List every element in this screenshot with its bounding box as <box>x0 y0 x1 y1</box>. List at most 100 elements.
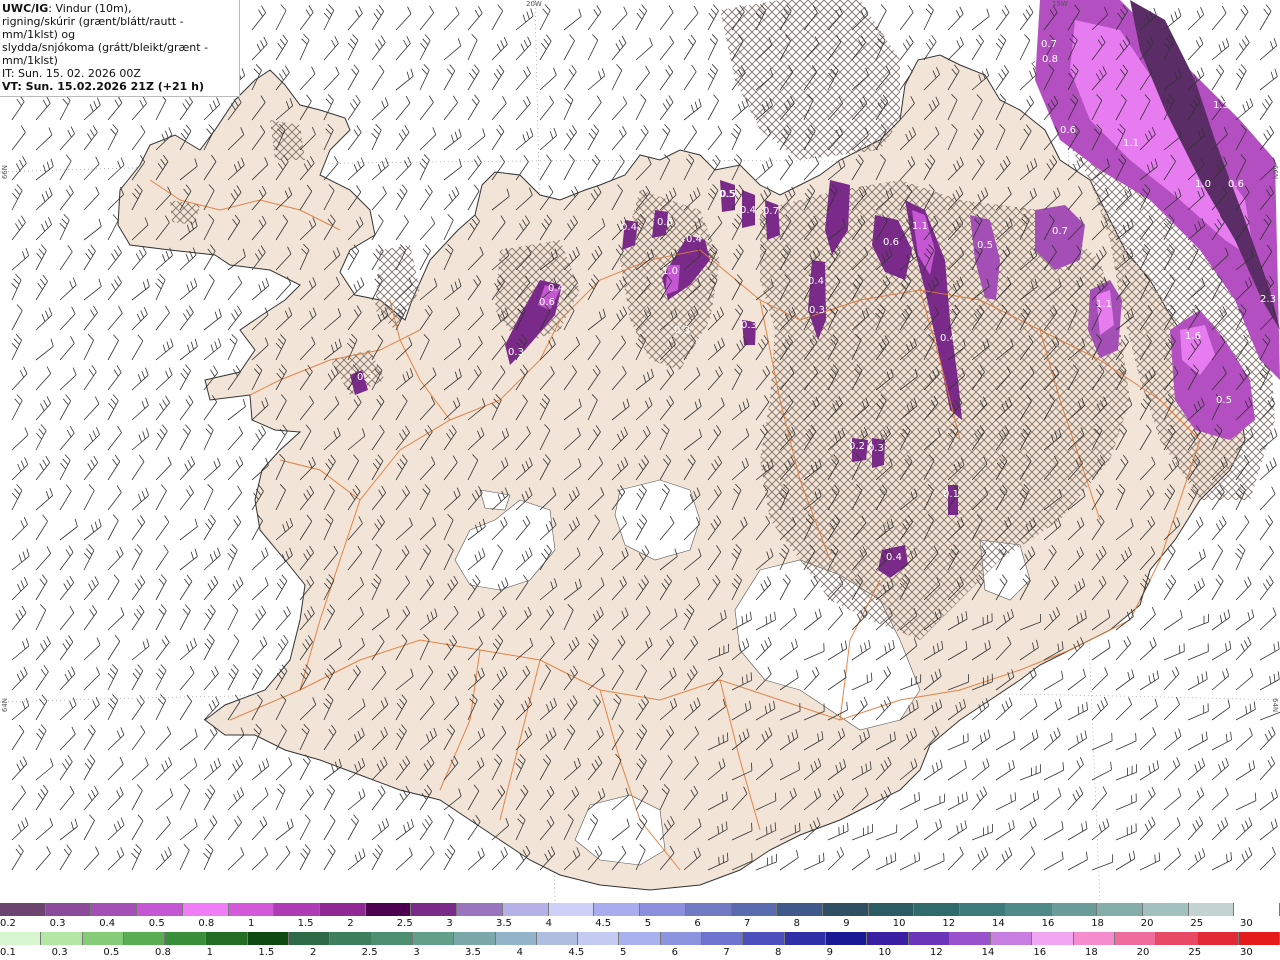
wind-barb <box>107 727 125 751</box>
wind-barb <box>11 273 22 301</box>
wind-barb <box>1019 698 1038 721</box>
wind-barb <box>1259 818 1278 841</box>
wind-barb <box>299 785 314 811</box>
colorbar-label: 2.5 <box>361 947 378 958</box>
colorbar-swatch <box>991 932 1033 945</box>
wind-barb <box>11 394 23 421</box>
colorbar-label: 16 <box>1033 947 1047 958</box>
wind-barb <box>371 97 389 121</box>
wind-barb <box>491 846 508 871</box>
wind-barb <box>1067 820 1088 841</box>
wind-barb <box>1235 727 1253 751</box>
wind-barb <box>779 849 799 871</box>
wind-barb <box>251 36 268 61</box>
wind-barb <box>1139 760 1159 781</box>
wind-barb <box>203 843 214 871</box>
wind-barb <box>11 548 30 571</box>
wind-barb <box>179 278 198 301</box>
wind-barb <box>155 816 171 841</box>
wind-barb <box>83 518 102 541</box>
wind-barb <box>779 155 794 181</box>
wind-barb <box>1211 38 1230 61</box>
wind-barb <box>35 274 48 301</box>
wind-barb <box>107 334 119 361</box>
wind-barb <box>347 6 363 31</box>
wind-barb <box>1043 762 1065 781</box>
wind-barb <box>275 634 289 661</box>
lon-label-20w: 20W <box>526 0 542 8</box>
wind-barb <box>1163 757 1181 781</box>
wind-barb <box>707 64 718 91</box>
wind-barb <box>635 94 647 121</box>
wind-barb <box>443 64 456 91</box>
wind-barb <box>467 34 478 61</box>
wind-barb <box>1259 671 1280 691</box>
wind-barb <box>179 844 190 871</box>
wind-barb <box>1115 823 1137 841</box>
wind-barb <box>395 95 411 121</box>
wind-barb <box>659 124 671 151</box>
precip-value-label: 1.1 <box>1123 138 1139 149</box>
wind-barb <box>1259 515 1274 541</box>
wind-barb <box>83 724 96 751</box>
colorbar-label: 18 <box>1091 918 1104 929</box>
wind-barb <box>179 485 194 511</box>
wind-barb <box>83 544 95 571</box>
colorbar-swatch <box>702 932 744 945</box>
lat-label-64n-left: 64N <box>1 698 9 713</box>
wind-barb <box>323 36 339 61</box>
wind-barb <box>131 515 146 541</box>
wind-barb <box>1187 671 1208 691</box>
wind-barb <box>59 844 72 871</box>
wind-barb <box>35 366 52 391</box>
wind-barb <box>827 847 845 871</box>
colorbar-swatch <box>502 903 549 916</box>
wind-barb <box>227 485 243 511</box>
wind-barb <box>659 5 674 31</box>
wind-barb <box>203 757 221 781</box>
wind-barb <box>539 4 551 31</box>
wind-barb <box>923 852 945 871</box>
colorbar-swatch <box>411 903 458 916</box>
wind-barb <box>1019 817 1037 841</box>
wind-barb <box>35 396 51 421</box>
wind-barb <box>131 96 147 121</box>
wind-barb <box>35 487 53 511</box>
wind-barb <box>467 847 485 871</box>
colorbar-swatch <box>45 903 92 916</box>
wind-barb <box>1235 760 1255 781</box>
wind-barb <box>1163 609 1183 631</box>
colorbar-label: 16 <box>1041 918 1055 929</box>
precip-value-label: 0.3 <box>809 305 825 316</box>
wind-barb <box>443 95 458 121</box>
wind-barb <box>1019 790 1040 811</box>
wind-barb <box>1139 670 1159 691</box>
wind-barb <box>107 756 124 781</box>
colorbar-swatch <box>365 903 412 916</box>
wind-barb <box>107 157 125 181</box>
wind-barb <box>419 34 431 61</box>
colorbar-swatch <box>825 932 868 945</box>
precip-value-label: 0.4 <box>686 234 702 245</box>
wind-barb <box>827 822 849 841</box>
wind-barb <box>371 4 385 31</box>
wind-barb <box>275 34 288 61</box>
wind-barb <box>1235 544 1246 571</box>
wind-barb <box>1043 698 1062 721</box>
wind-barb <box>59 154 72 181</box>
wind-barb <box>59 666 76 691</box>
wind-barb <box>59 277 77 301</box>
wind-barb <box>83 156 100 181</box>
colorbar-label: 0.2 <box>0 918 16 929</box>
wind-barb <box>11 516 28 541</box>
wind-barb <box>371 64 385 91</box>
wind-barb <box>131 428 150 451</box>
wind-barb <box>1259 68 1278 91</box>
wind-barb <box>395 6 412 31</box>
wind-barb <box>131 664 144 691</box>
wind-barb <box>347 814 359 841</box>
wind-barb <box>371 157 389 181</box>
wind-barb <box>35 514 48 541</box>
wind-barb <box>131 575 146 601</box>
wind-barb <box>995 65 1009 91</box>
